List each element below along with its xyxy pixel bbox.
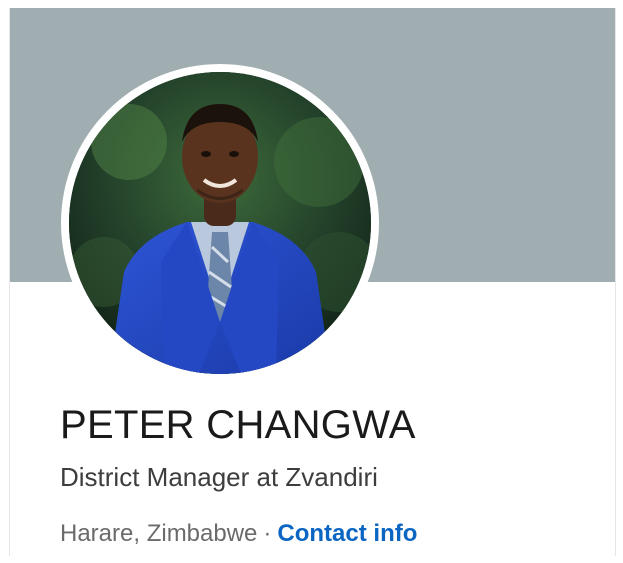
profile-headline: District Manager at Zvandiri xyxy=(60,462,378,492)
contact-info-link[interactable]: Contact info xyxy=(277,520,417,547)
meta-separator: · xyxy=(263,520,272,547)
avatar[interactable] xyxy=(69,72,371,374)
profile-meta: Harare, Zimbabwe · Contact info xyxy=(60,520,417,548)
profile-name: PETER CHANGWA xyxy=(60,403,416,447)
avatar-photo xyxy=(69,72,371,374)
profile-card: PETER CHANGWA District Manager at Zvandi… xyxy=(9,8,616,556)
profile-location: Harare, Zimbabwe xyxy=(60,520,258,547)
profile-page: PETER CHANGWA District Manager at Zvandi… xyxy=(0,0,623,563)
avatar-ring xyxy=(61,64,379,382)
